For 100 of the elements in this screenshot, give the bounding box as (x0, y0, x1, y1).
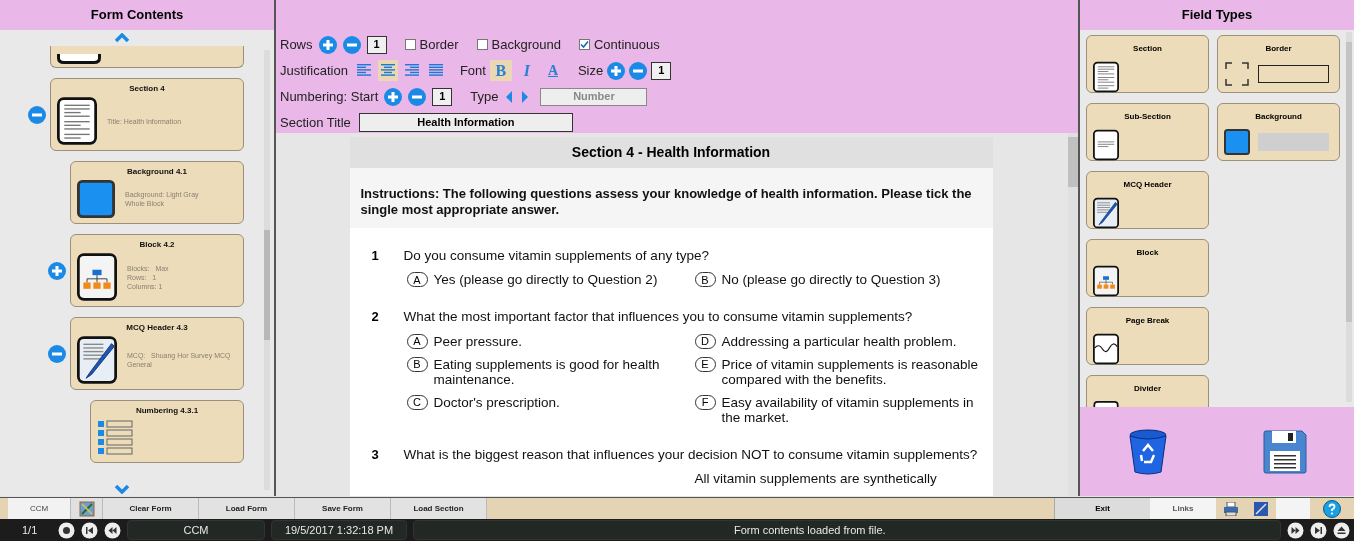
type-label: Type (470, 87, 499, 106)
document-icon (1093, 129, 1119, 161)
card-title: Section (1132, 44, 1163, 53)
expand-button[interactable] (48, 261, 66, 280)
field-type-card[interactable]: Section (1086, 35, 1209, 93)
toolbar-button[interactable]: Load Form (199, 498, 295, 519)
document-icon (57, 54, 101, 64)
font-label: Font (459, 61, 486, 80)
section-title-label: Section Title (280, 113, 351, 132)
links-button[interactable]: Links (1150, 498, 1216, 519)
page-counter: 1/1 (22, 522, 39, 538)
justification-label: Justification (280, 61, 348, 80)
checkbox[interactable]: Continuous (578, 34, 660, 55)
exit-button[interactable]: Exit (1054, 498, 1150, 519)
count-field[interactable]: 1 (651, 61, 672, 80)
count-field[interactable]: 1 (366, 35, 387, 54)
corners-icon (1224, 61, 1250, 87)
size-label: Size (577, 61, 604, 80)
remove-button[interactable] (629, 61, 648, 80)
option-text: All vitamin supplements are synthetically (694, 470, 937, 486)
document-icon (57, 97, 97, 145)
field-type-card[interactable]: Divider (1086, 375, 1209, 407)
option-text: Peer pressure. (433, 333, 523, 349)
option-text: Easy availability of vitamin supplements in the market. (721, 394, 975, 425)
toolbar-button[interactable]: Save Form (295, 498, 391, 519)
numbering-label: Numbering: Start (280, 87, 379, 106)
recycle-bin-icon[interactable] (1126, 428, 1169, 475)
panel-title: Form Contents (90, 6, 184, 25)
status-panel: 19/5/2017 1:32:18 PM (271, 520, 407, 540)
field-type-card[interactable]: Border (1217, 35, 1340, 93)
app-tab[interactable]: CCM (8, 498, 70, 519)
triangle-right-icon[interactable] (520, 89, 531, 104)
field-type-card[interactable]: Sub-Section (1086, 103, 1209, 161)
field-type-card[interactable]: Page Break (1086, 307, 1209, 365)
card-title: Background 4.1 (126, 167, 188, 177)
remove-button[interactable] (342, 35, 361, 54)
document-icon (1093, 61, 1119, 93)
option-text: Price of vitamin supplements is reasonable compared with the benefits. (721, 356, 980, 387)
tree-card[interactable] (50, 46, 244, 68)
eject-icon[interactable] (1333, 521, 1350, 539)
question-number: 1 (371, 247, 380, 265)
collapse-button[interactable] (48, 344, 66, 363)
option-text: Yes (please go directly to Question 2) (433, 272, 658, 288)
add-button[interactable] (607, 61, 626, 80)
tree-card[interactable]: Numbering 4.3.1 (90, 400, 244, 463)
hierarchy-icon (1093, 265, 1119, 297)
skip-forward-icon[interactable] (1310, 521, 1327, 539)
checkbox[interactable]: Border (404, 34, 459, 55)
count-field[interactable]: 1 (432, 87, 453, 106)
frame-icon (1258, 65, 1329, 83)
section-title-field[interactable]: Health Information (358, 113, 573, 132)
scrollbar-thumb[interactable] (264, 230, 270, 340)
add-button[interactable] (384, 87, 403, 106)
card-title: Background (1254, 112, 1303, 121)
collapse-button[interactable] (28, 105, 46, 124)
question-text: Do you consume vitamin supplements of any type? (403, 247, 709, 265)
scrollbar-thumb[interactable] (1346, 42, 1352, 322)
card-title: MCQ Header (1122, 180, 1173, 189)
status-panel: CCM (127, 520, 265, 540)
question-number: 2 (371, 308, 380, 327)
status-message: Form contents loaded from file. (413, 520, 1281, 540)
rewind-icon[interactable] (104, 521, 121, 539)
card-title: Border (1264, 44, 1293, 53)
field-type-card[interactable]: Background (1217, 103, 1340, 161)
card-title: Block 4.2 (138, 240, 176, 250)
fast-forward-icon[interactable] (1287, 521, 1304, 539)
toolbar-button[interactable]: Load Section (391, 498, 487, 519)
option-text: Eating supplements is good for health maintenance. (433, 356, 661, 387)
align-center-icon[interactable] (377, 60, 398, 81)
fill-swatch (1258, 133, 1329, 151)
option-text: No (please go directly to Question 3) (721, 272, 941, 288)
document-icon (1093, 401, 1119, 407)
question-text: What the most important factor that influences you to consume vitamin supplements? (403, 308, 913, 327)
checkmark-icon (579, 40, 589, 49)
field-type-card[interactable]: Block (1086, 239, 1209, 297)
hierarchy-icon (77, 253, 117, 301)
panel-title: Field Types (1181, 6, 1253, 25)
printer-icon[interactable] (1223, 501, 1239, 516)
field-type-card[interactable]: MCQ Header (1086, 171, 1209, 229)
square-icon (77, 180, 115, 218)
section-heading: Section 4 - Health Information (571, 143, 771, 162)
square-icon (1224, 129, 1250, 155)
option-text: Addressing a particular health problem. (721, 333, 957, 349)
triangle-left-icon[interactable] (504, 89, 515, 104)
rows-label: Rows (280, 35, 313, 54)
question-number: 3 (371, 445, 380, 464)
add-button[interactable] (318, 35, 337, 54)
skip-back-icon[interactable] (81, 521, 98, 539)
scrollbar-thumb[interactable] (1068, 137, 1078, 187)
instructions-text: Instructions: The following questions assess your knowledge of health information. Please tick the single most appropriate answer. (360, 186, 973, 218)
remove-button[interactable] (408, 87, 427, 106)
toolbar-button[interactable]: Clear Form (103, 498, 199, 519)
record-icon[interactable] (58, 521, 75, 539)
chevron-down-icon[interactable] (114, 484, 130, 494)
help-icon[interactable] (1323, 499, 1341, 518)
card-title: MCQ Header 4.3 (125, 323, 189, 333)
chevron-up-icon[interactable] (114, 33, 130, 43)
checkbox[interactable]: Background (476, 34, 561, 55)
card-title: Divider (1132, 384, 1163, 393)
option-text: Doctor's prescription. (433, 394, 560, 410)
